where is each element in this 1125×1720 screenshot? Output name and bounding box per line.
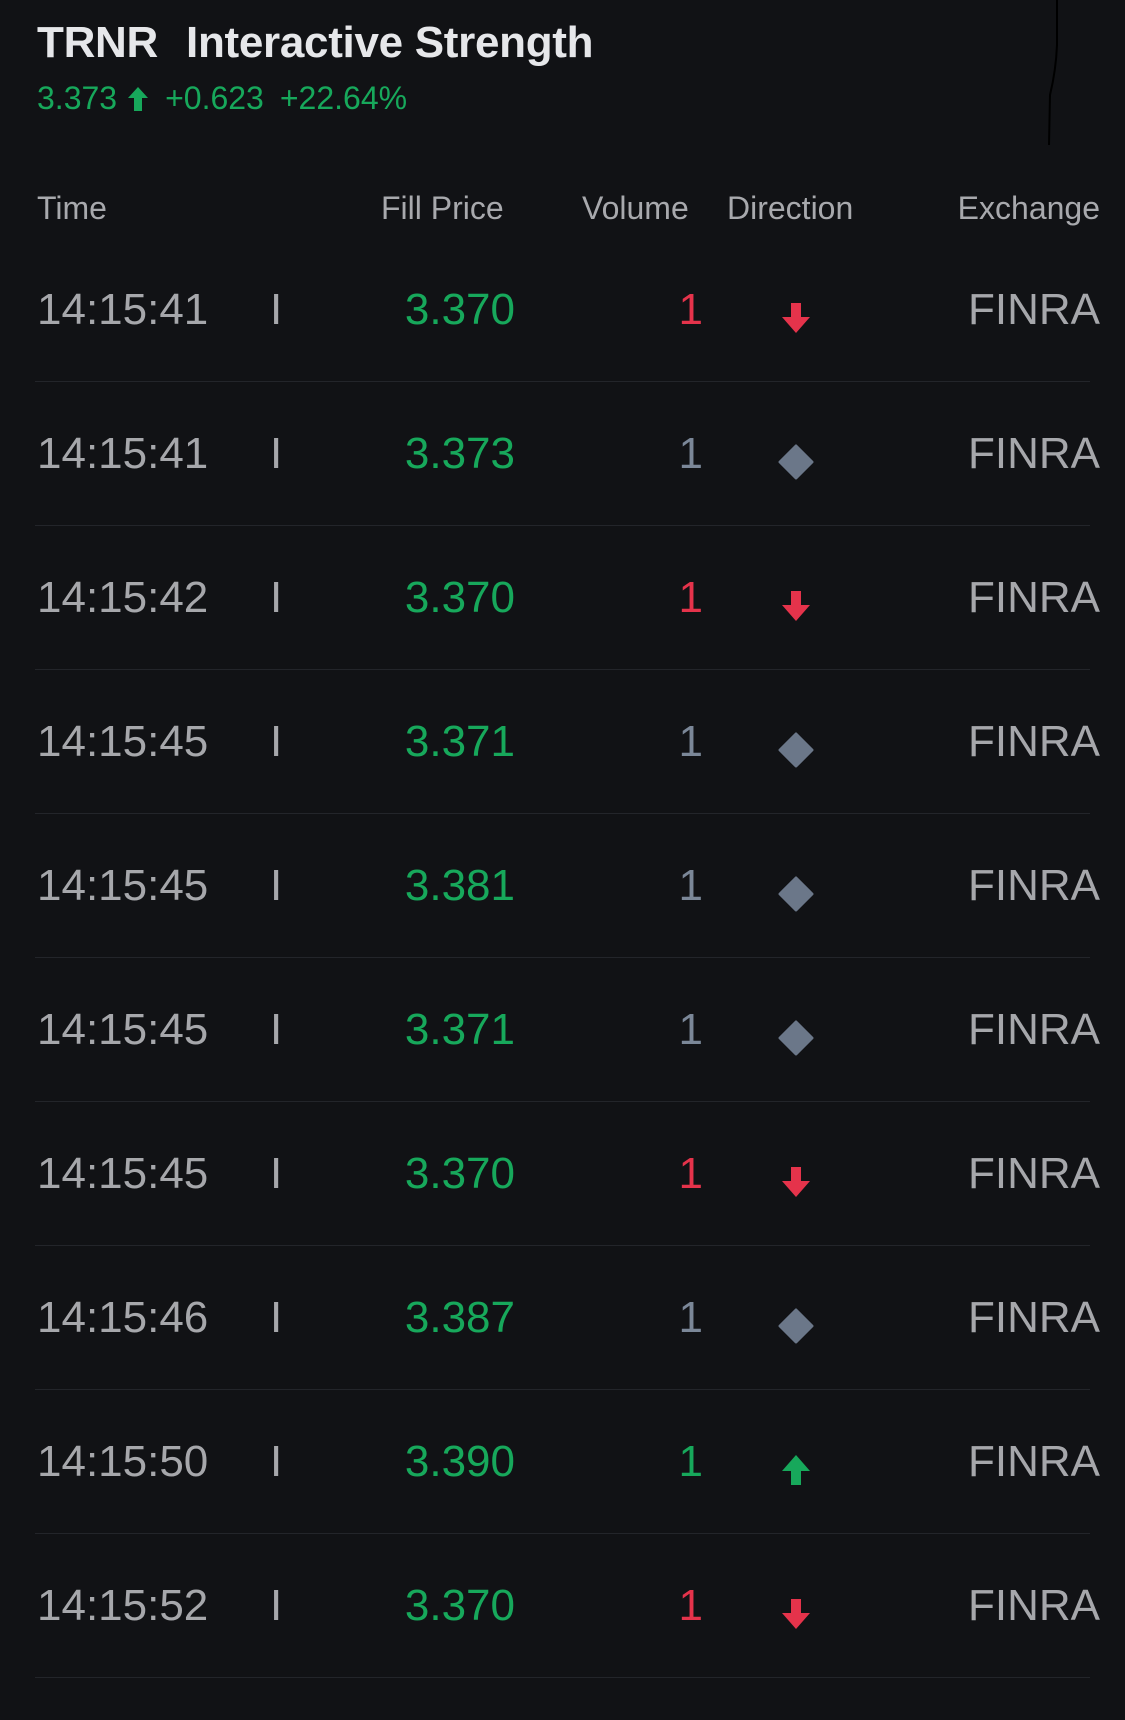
trade-fill-price: 3.371 (404, 1005, 515, 1054)
trade-exchange: FINRA (968, 1581, 1100, 1630)
arrow-down-icon (782, 303, 810, 333)
trade-direction (778, 1016, 814, 1056)
diamond-icon (778, 1308, 814, 1344)
column-header-time[interactable]: Time (37, 190, 107, 227)
trade-time: 14:15:41 (37, 429, 209, 478)
trade-direction (778, 1448, 814, 1485)
column-header-volume[interactable]: Volume (582, 190, 689, 227)
trade-row[interactable]: 14:15:52 I 3.370 1 FINRA (0, 1534, 1125, 1678)
quote-row: 3.373 +0.623 +22.64% (37, 80, 593, 117)
trade-time: 14:15:41 (37, 285, 209, 334)
trade-row[interactable]: 14:15:45 I 3.381 1 FINRA (0, 814, 1125, 958)
trade-fill-price: 3.370 (404, 285, 515, 334)
diamond-icon (778, 732, 814, 768)
trade-time: 14:15:52 (37, 1581, 209, 1630)
trade-exchange: FINRA (968, 717, 1100, 766)
trade-time: 14:15:45 (37, 1149, 209, 1198)
column-header-exchange[interactable]: Exchange (958, 190, 1100, 227)
trade-volume: 1 (678, 861, 703, 910)
trade-condition: I (270, 1293, 283, 1342)
trade-row[interactable]: 14:15:50 I 3.390 1 FINRA (0, 1390, 1125, 1534)
trade-time: 14:15:45 (37, 717, 209, 766)
trade-fill-price: 3.381 (404, 861, 515, 910)
trade-volume: 1 (678, 573, 703, 622)
price-change: +0.623 (165, 80, 264, 116)
trade-time: 14:15:46 (37, 1293, 209, 1342)
trade-direction (778, 1304, 814, 1344)
trade-volume: 1 (678, 1005, 703, 1054)
company-name: Interactive Strength (186, 18, 594, 67)
trade-exchange: FINRA (968, 1437, 1100, 1486)
trade-fill-price: 3.390 (404, 1437, 515, 1486)
trade-direction (778, 296, 814, 333)
trade-row[interactable]: 14:15:42 I 3.370 1 FINRA (0, 526, 1125, 670)
column-header-direction[interactable]: Direction (727, 190, 853, 227)
title-row: TRNR Interactive Strength (37, 18, 594, 68)
trade-direction (778, 728, 814, 768)
last-price: 3.373 (37, 80, 118, 116)
trade-condition: I (270, 429, 283, 478)
trade-exchange: FINRA (968, 861, 1100, 910)
trade-time: 14:15:45 (37, 861, 209, 910)
trade-condition: I (270, 1581, 283, 1630)
trade-volume: 1 (678, 429, 703, 478)
trade-direction (778, 1592, 814, 1629)
trade-volume: 1 (678, 717, 703, 766)
trade-condition: I (270, 861, 283, 910)
trade-fill-price: 3.370 (404, 573, 515, 622)
trade-fill-price: 3.371 (404, 717, 515, 766)
trade-direction (778, 584, 814, 621)
trade-row[interactable]: 14:15:45 I 3.370 1 FINRA (0, 1102, 1125, 1246)
trade-direction (778, 440, 814, 480)
trade-time: 14:15:50 (37, 1437, 209, 1486)
trade-time: 14:15:42 (37, 573, 209, 622)
trade-direction (778, 872, 814, 912)
quote-header: TRNR Interactive Strength 3.373 +0.623 +… (37, 18, 594, 117)
diamond-icon (778, 1020, 814, 1056)
trade-volume: 1 (678, 1149, 703, 1198)
row-divider (35, 1677, 1090, 1678)
trade-volume: 1 (678, 1437, 703, 1486)
trade-condition: I (270, 573, 283, 622)
arrow-down-icon (782, 1599, 810, 1629)
arrow-down-icon (782, 1167, 810, 1197)
diamond-icon (778, 444, 814, 480)
arrow-up-icon (128, 86, 149, 111)
trade-direction (778, 1160, 814, 1197)
trade-row[interactable]: 14:15:46 I 3.387 1 FINRA (0, 1246, 1125, 1390)
trade-fill-price: 3.373 (404, 429, 515, 478)
trade-row[interactable]: 14:15:45 I 3.371 1 FINRA (0, 670, 1125, 814)
trade-exchange: FINRA (968, 573, 1100, 622)
trade-volume: 1 (678, 285, 703, 334)
diamond-icon (778, 876, 814, 912)
trade-condition: I (270, 285, 283, 334)
trade-row[interactable]: 14:15:41 I 3.370 1 FINRA (0, 238, 1125, 382)
column-header-fill-price[interactable]: Fill Price (381, 190, 504, 227)
drawn-line-mark (1048, 0, 1058, 145)
trade-volume: 1 (678, 1581, 703, 1630)
trade-condition: I (270, 1437, 283, 1486)
trade-exchange: FINRA (968, 429, 1100, 478)
trade-condition: I (270, 1005, 283, 1054)
trade-volume: 1 (678, 1293, 703, 1342)
arrow-up-icon (782, 1455, 810, 1485)
trade-row[interactable]: 14:15:45 I 3.371 1 FINRA (0, 958, 1125, 1102)
trade-condition: I (270, 717, 283, 766)
trade-row[interactable]: 14:15:41 I 3.373 1 FINRA (0, 382, 1125, 526)
time-and-sales-table: 14:15:41 I 3.370 1 FINRA 14:15:41 I 3.37… (0, 238, 1125, 1678)
trade-time: 14:15:45 (37, 1005, 209, 1054)
ticker-symbol: TRNR (37, 18, 159, 67)
arrow-down-icon (782, 591, 810, 621)
trade-fill-price: 3.370 (404, 1149, 515, 1198)
trade-fill-price: 3.370 (404, 1581, 515, 1630)
trade-fill-price: 3.387 (404, 1293, 515, 1342)
trade-condition: I (270, 1149, 283, 1198)
trade-exchange: FINRA (968, 1293, 1100, 1342)
trade-exchange: FINRA (968, 1149, 1100, 1198)
trade-exchange: FINRA (968, 285, 1100, 334)
price-change-percent: +22.64% (279, 80, 408, 116)
trade-exchange: FINRA (968, 1005, 1100, 1054)
